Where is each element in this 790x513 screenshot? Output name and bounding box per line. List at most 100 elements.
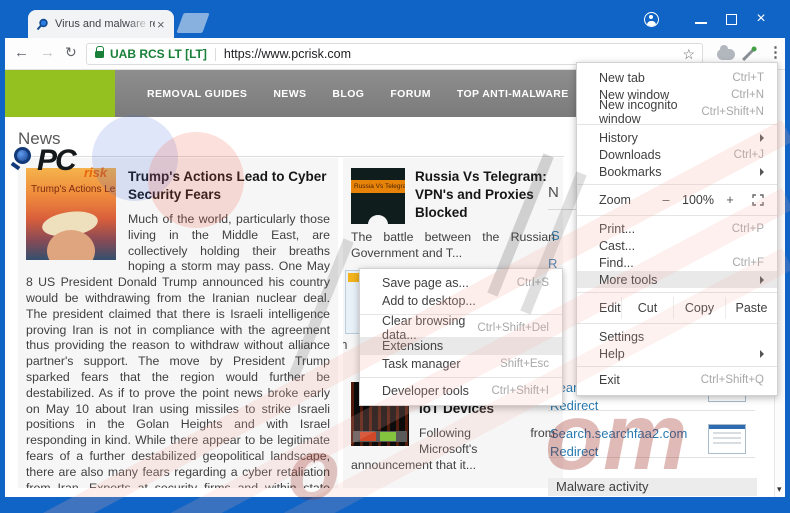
back-button[interactable]: ← [14,44,29,61]
maximize-icon [725,13,737,25]
zoom-out-button[interactable]: – [654,193,678,207]
sidebar-thumbnail-2[interactable] [708,424,746,454]
scroll-down-arrow-icon[interactable]: ▾ [777,484,782,495]
menu-item-find[interactable]: Find... Ctrl+F [577,254,777,271]
menu-shortcut: Shift+Esc [500,358,549,370]
minimize-icon [695,22,707,24]
submenu-item-clear-browsing-data[interactable]: Clear browsing data... Ctrl+Shift+Del [360,314,562,342]
close-button[interactable]: × [746,0,776,38]
tab-close-icon[interactable]: × [157,18,165,31]
mini-line [713,432,741,434]
menu-label: Print... [599,221,636,236]
more-tools-submenu: Save page as... Ctrl+S Add to desktop...… [359,268,563,406]
submenu-item-save-page-as[interactable]: Save page as... Ctrl+S [360,274,562,292]
secure-lock-icon [95,46,105,58]
maximize-button[interactable] [716,0,746,38]
security-label[interactable]: UAB RCS LT [LT] [110,47,207,61]
fullscreen-button[interactable] [752,194,764,206]
menu-shortcut: Ctrl+J [733,148,764,161]
menu-item-bookmarks[interactable]: Bookmarks [577,163,777,180]
article-trump-thumbnail[interactable]: Trump's Actions Le [26,168,116,260]
menu-item-more-tools[interactable]: More tools [577,271,777,288]
sidebar-divider [548,457,755,458]
malware-activity-heading[interactable]: Malware activity [548,478,757,496]
article-russia-thumbnail[interactable]: Russia Vs Telegra [351,168,405,224]
pcrisk-logo[interactable]: PC risk [5,70,115,180]
menu-label: Settings [599,329,645,344]
new-tab-button[interactable] [176,13,210,33]
edit-cut-button[interactable]: Cut [621,297,673,319]
menu-label: Exit [599,372,620,387]
menu-item-downloads[interactable]: Downloads Ctrl+J [577,146,777,163]
nav-top-anti-malware[interactable]: TOP ANTI-MALWARE [457,88,569,100]
logo-risk-text: risk [84,165,108,180]
edit-copy-button[interactable]: Copy [673,297,725,319]
menu-label: Edit [599,301,621,315]
nav-forum[interactable]: FORUM [390,88,431,100]
link-title[interactable]: Search.searchfaa2.com [550,426,700,441]
minimize-button[interactable] [686,0,716,38]
forward-button[interactable]: → [40,44,55,61]
menu-label: Cast... [599,238,636,253]
article-russia[interactable]: Russia Vs Telegra Russia Vs Telegram: VP… [343,158,563,262]
menu-label: Task manager [382,357,461,371]
menu-label: Find... [599,255,634,270]
submenu-item-task-manager[interactable]: Task manager Shift+Esc [360,355,562,373]
article-trump[interactable]: Trump's Actions Le Trump's Actions Lead … [18,158,338,488]
menu-item-help[interactable]: Help [577,345,777,362]
reload-button[interactable]: ↻ [65,44,77,61]
submenu-arrow-icon [760,133,764,142]
menu-label: Zoom [599,193,631,207]
article-russia-body: The battle between the Russian Governmen… [351,230,555,260]
menu-label: Add to desktop... [382,294,476,308]
submenu-arrow-icon [760,349,764,358]
logo-pc-text: PC [37,144,77,177]
profile-button[interactable] [636,0,666,38]
nav-news[interactable]: NEWS [273,88,306,100]
menu-shortcut: Ctrl+Shift+Del [477,322,549,334]
menu-label: Downloads [599,147,661,162]
fullscreen-icon [752,194,764,206]
extension-cloud-icon[interactable] [717,45,735,60]
menu-item-new-incognito-window[interactable]: New incognito window Ctrl+Shift+N [577,98,777,126]
sidebar-link-searchfaa2[interactable]: Search.searchfaa2.com Redirect [550,426,700,459]
article-text-fragment: m [343,338,347,352]
menu-separator [577,215,777,216]
menu-item-new-tab[interactable]: New tab Ctrl+T [577,69,777,86]
menu-label: New incognito window [599,97,678,126]
menu-item-cast[interactable]: Cast... [577,237,777,254]
menu-label: Save page as... [382,276,469,290]
menu-shortcut: Ctrl+S [516,277,549,289]
window-frame-right [785,38,790,497]
submenu-arrow-icon [760,167,764,176]
menu-label: History [599,130,638,145]
submenu-item-developer-tools[interactable]: Developer tools Ctrl+Shift+I [360,382,562,400]
browser-menu-button[interactable]: ⋮ [768,43,783,61]
chrome-menu: New tab Ctrl+T New window Ctrl+N New inc… [576,62,778,396]
bookmark-star-icon[interactable]: ☆ [682,46,695,63]
thumbnail-green-block [380,432,396,441]
menu-shortcut: Ctrl+Shift+I [491,385,549,397]
menu-item-print[interactable]: Print... Ctrl+P [577,220,777,237]
nav-blog[interactable]: BLOG [332,88,364,100]
menu-item-history[interactable]: History [577,129,777,146]
menu-label: Extensions [382,339,444,353]
thumbnail-face-shape [47,230,95,260]
zoom-in-button[interactable]: + [718,193,742,207]
nav-removal-guides[interactable]: REMOVAL GUIDES [147,88,247,100]
browser-tab[interactable]: Virus and malware remov × [28,10,174,38]
edit-paste-button[interactable]: Paste [725,297,777,319]
submenu-arrow-icon [760,275,764,284]
menu-shortcut: Ctrl+T [732,71,764,84]
submenu-item-add-to-desktop[interactable]: Add to desktop... [360,292,562,310]
menu-label: Bookmarks [599,164,662,179]
logo-magnifier-icon [14,147,31,164]
extension-wand-icon[interactable] [742,48,755,61]
menu-item-exit[interactable]: Exit Ctrl+Shift+Q [577,371,777,388]
menu-item-settings[interactable]: Settings [577,328,777,345]
url-text[interactable]: https://www.pcrisk.com [224,47,351,61]
menu-label: Clear browsing data... [382,314,466,342]
mini-line [713,437,741,439]
sidebar-link-fragment-s[interactable]: S [551,228,560,243]
pcrisk-favicon-magnifier-icon [36,18,48,30]
